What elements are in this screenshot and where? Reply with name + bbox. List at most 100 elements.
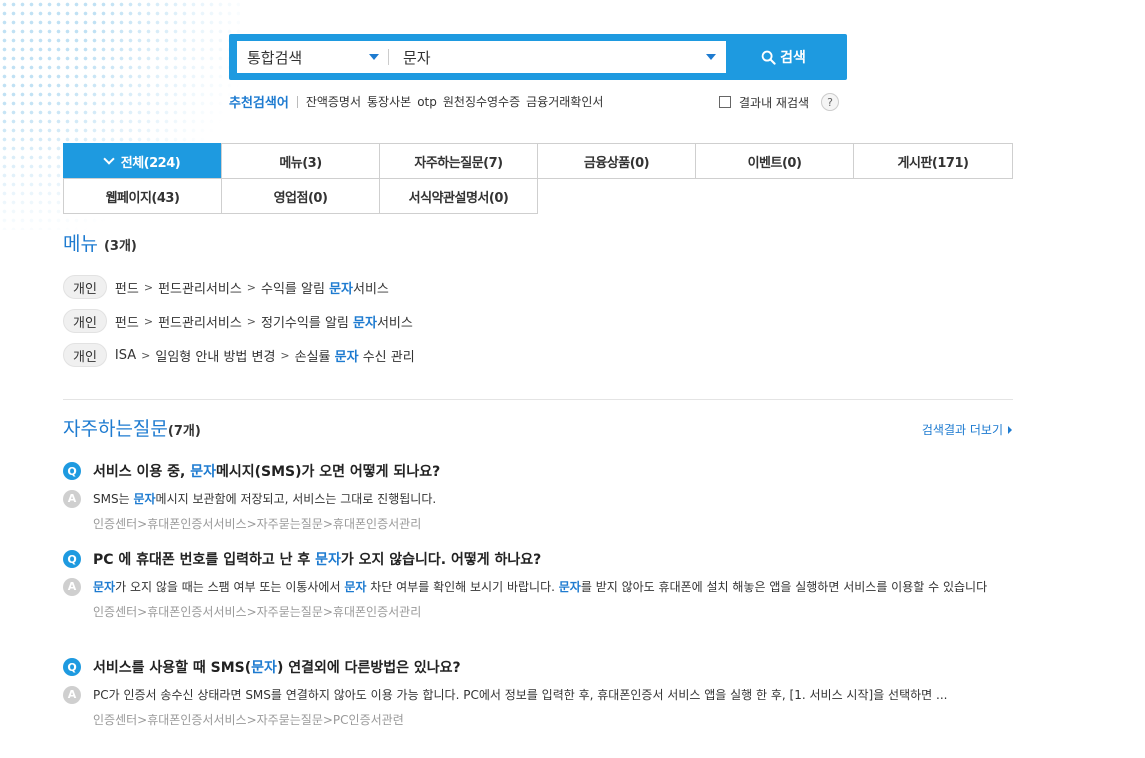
highlight-keyword: 문자 [344, 580, 367, 594]
answer-text: 문자가 오지 않을 때는 스팸 여부 또는 이통사에서 문자 차단 여부를 확인… [93, 577, 1023, 597]
question-text: ) 연결외에 다른방법은 있나요? [276, 660, 461, 676]
tab-faq[interactable]: 자주하는질문(7) [379, 143, 538, 179]
recommended-keyword[interactable]: 금융거래확인서 [526, 93, 603, 110]
tab-menu[interactable]: 메뉴(3) [221, 143, 380, 179]
arrow-right-icon: > [143, 314, 154, 328]
chevron-down-icon [103, 153, 115, 165]
search-category-select[interactable]: 통합검색 [237, 41, 389, 73]
section-divider [63, 399, 1013, 400]
answer-fragment: 를 받지 않아도 휴대폰에 설치 해놓은 앱을 실행하면 서비스를 이용할 수 … [580, 580, 988, 594]
highlight-keyword: 문자 [133, 492, 156, 506]
category-tag: 개인 [63, 343, 107, 367]
tab-label: 영업점(0) [273, 190, 328, 206]
question-text: 서비스를 사용할 때 SMS( [93, 660, 252, 676]
highlight-keyword: 문자 [329, 281, 354, 297]
faq-item[interactable]: Q PC 에 휴대폰 번호를 입력하고 난 후 문자 가 오지 않습니다. 어떻게… [63, 549, 1023, 620]
category-tag: 개인 [63, 309, 107, 333]
breadcrumb-part: 서비스 [353, 281, 389, 297]
highlight-keyword: 문자 [93, 580, 116, 594]
faq-question[interactable]: Q PC 에 휴대폰 번호를 입력하고 난 후 문자 가 오지 않습니다. 어떻게… [63, 549, 1023, 569]
question-text: 가 오지 않습니다. 어떻게 하나요? [340, 552, 542, 568]
answer-icon: A [63, 686, 81, 704]
faq-path: 인증센터>휴대폰인증서서비스>자주묻는질문>PC인증서관련 [93, 713, 404, 727]
section-count: (3개) [103, 239, 137, 254]
highlight-keyword: 문자 [334, 349, 359, 365]
question-icon: Q [63, 658, 81, 676]
category-tag: 개인 [63, 275, 107, 299]
recommended-keywords: 추천검색어 잔액증명서 통장사본 otp 원천징수영수증 금융거래확인서 [229, 92, 609, 112]
question-text: 메시지(SMS)가 오면 어떻게 되나요? [216, 464, 441, 480]
tab-branches[interactable]: 영업점(0) [221, 178, 380, 214]
tab-events[interactable]: 이벤트(0) [695, 143, 854, 179]
tab-webpage[interactable]: 웹페이지(43) [63, 178, 222, 214]
answer-fragment: 차단 여부를 확인해 보시기 바랍니다. [366, 580, 559, 594]
breadcrumb-part: 수신 관리 [358, 349, 415, 365]
question-text: 서비스 이용 중, [93, 464, 191, 480]
breadcrumb-part: 일임형 안내 방법 변경 [155, 349, 276, 365]
arrow-right-icon: > [280, 348, 290, 362]
recommended-keyword[interactable]: 원천징수영수증 [443, 93, 520, 110]
highlight-keyword: 문자 [190, 464, 216, 480]
answer-text: SMS는 문자메시지 보관함에 저장되고, 서비스는 그대로 진행됩니다. [93, 489, 436, 509]
recommended-title: 추천검색어 [229, 96, 289, 111]
section-count: (7개) [167, 424, 201, 439]
highlight-keyword: 문자 [558, 580, 581, 594]
faq-question[interactable]: Q 서비스 이용 중, 문자 메시지(SMS)가 오면 어떻게 되나요? [63, 461, 1023, 481]
menu-result-item[interactable]: 개인 펀드 > 펀드관리서비스 > 정기수익를 알림 문자 서비스 [63, 309, 413, 333]
chevron-down-icon [369, 54, 379, 60]
tab-label: 금융상품(0) [583, 155, 650, 171]
tab-board[interactable]: 게시판(171) [853, 143, 1013, 179]
arrow-right-icon: > [143, 280, 154, 294]
answer-fragment: SMS는 [93, 492, 134, 506]
tab-label: 웹페이지(43) [105, 190, 180, 206]
faq-item[interactable]: Q 서비스를 사용할 때 SMS(문자) 연결외에 다른방법은 있나요? A P… [63, 657, 1023, 728]
menu-result-item[interactable]: 개인 펀드 > 펀드관리서비스 > 수익를 알림 문자 서비스 [63, 275, 389, 299]
search-category-value: 통합검색 [247, 48, 303, 67]
faq-answer: A 문자가 오지 않을 때는 스팸 여부 또는 이통사에서 문자 차단 여부를 … [63, 577, 1023, 597]
breadcrumb-part: ISA [114, 347, 137, 363]
search-within-results: 결과내 재검색 ? [719, 93, 840, 111]
faq-path: 인증센터>휴대폰인증서서비스>자주묻는질문>휴대폰인증서관리 [93, 517, 422, 531]
search-input[interactable]: 문자 [389, 41, 726, 73]
search-within-label[interactable]: 결과내 재검색 [739, 94, 809, 111]
faq-path: 인증센터>휴대폰인증서서비스>자주묻는질문>휴대폰인증서관리 [93, 605, 422, 619]
more-results-label: 검색결과 더보기 [921, 423, 1003, 437]
faq-question[interactable]: Q 서비스를 사용할 때 SMS(문자) 연결외에 다른방법은 있나요? [63, 657, 1023, 677]
search-within-checkbox[interactable] [719, 96, 731, 108]
tab-all[interactable]: 전체(224) [63, 143, 222, 179]
tab-forms[interactable]: 서식약관설명서(0) [379, 178, 538, 214]
answer-text: PC가 인증서 송수신 상태라면 SMS를 연결하지 않아도 이용 가능 합니다… [93, 688, 948, 702]
search-input-value: 문자 [403, 48, 431, 67]
more-results-link[interactable]: 검색결과 더보기 [922, 421, 1012, 438]
breadcrumb-part: 수익를 알림 [261, 281, 330, 297]
faq-item[interactable]: Q 서비스 이용 중, 문자 메시지(SMS)가 오면 어떻게 되나요? A SM… [63, 461, 1023, 532]
arrow-right-icon: > [246, 280, 257, 294]
tab-products[interactable]: 금융상품(0) [537, 143, 696, 179]
faq-answer: A PC가 인증서 송수신 상태라면 SMS를 연결하지 않아도 이용 가능 합… [63, 685, 1023, 705]
help-icon[interactable]: ? [821, 93, 840, 111]
question-text: PC 에 휴대폰 번호를 입력하고 난 후 [93, 552, 316, 568]
search-button[interactable]: 검색 [728, 41, 839, 73]
faq-section-title: 자주하는질문(7개) [63, 414, 201, 441]
section-title-text: 자주하는질문 [63, 418, 168, 440]
answer-fragment: 메시지 보관함에 저장되고, 서비스는 그대로 진행됩니다. [155, 492, 437, 506]
highlight-keyword: 문자 [353, 315, 377, 331]
search-icon [761, 50, 776, 65]
recommended-keyword[interactable]: 통장사본 [367, 93, 411, 110]
answer-icon: A [63, 490, 81, 508]
tab-label: 자주하는질문(7) [414, 155, 503, 171]
arrow-right-icon: > [141, 348, 151, 362]
search-button-label: 검색 [780, 50, 806, 66]
recommended-keyword[interactable]: 잔액증명서 [306, 93, 361, 110]
breadcrumb-part: 정기수익를 알림 [261, 315, 354, 331]
highlight-keyword: 문자 [315, 552, 341, 568]
tab-label: 이벤트(0) [747, 155, 802, 171]
menu-result-item[interactable]: 개인 ISA > 일임형 안내 방법 변경 > 손실률 문자 수신 관리 [63, 343, 415, 367]
menu-section-title: 메뉴 (3개) [63, 229, 137, 256]
tab-label: 게시판(171) [897, 155, 969, 171]
breadcrumb-part: 서비스 [376, 315, 413, 331]
divider [296, 95, 298, 108]
answer-icon: A [63, 578, 81, 596]
chevron-down-icon[interactable] [706, 54, 716, 60]
recommended-keyword[interactable]: otp [417, 95, 437, 109]
